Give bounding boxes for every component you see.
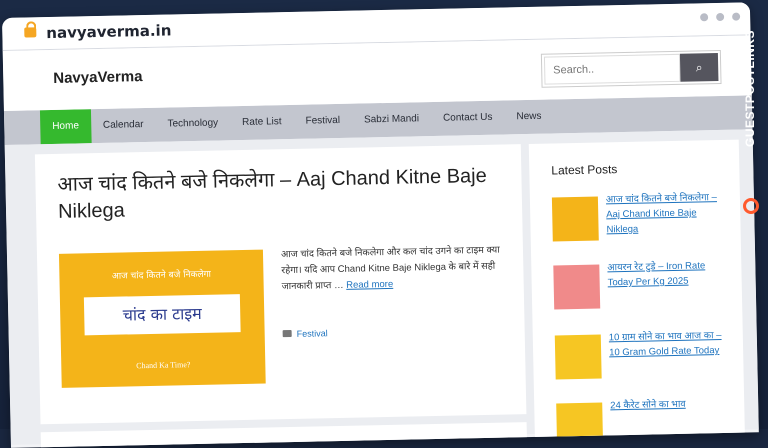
site-logo[interactable]: NavyaVerma [53, 68, 143, 87]
post-thumbnail[interactable] [551, 196, 599, 242]
search-input[interactable] [543, 53, 681, 85]
sidebar-post[interactable]: 24 कैरेट सोने का भाव [556, 396, 737, 448]
thumb-footer: Chand Ka Time? [136, 360, 191, 371]
post-link[interactable]: 10 ग्राम सोने का भाव आज का – 10 Gram Gol… [609, 328, 730, 361]
link-icon [743, 198, 759, 214]
sidebar: Latest Posts आज चांद कितने बजे निकलेगा –… [528, 139, 745, 448]
nav-sabzi-mandi[interactable]: Sabzi Mandi [352, 102, 432, 138]
post-thumbnail[interactable] [556, 402, 604, 448]
next-article-card [40, 422, 527, 448]
nav-calendar[interactable]: Calendar [91, 108, 156, 143]
article-excerpt: आज चांद कितने बजे निकलेगा और कल चांद उगन… [281, 243, 502, 296]
thumb-caption: आज चांद कितने बजे निकलेगा [111, 269, 212, 282]
search-button[interactable]: ⌕ [679, 53, 719, 82]
article-title[interactable]: आज चांद कितने बजे निकलेगा – Aaj Chand Ki… [57, 163, 498, 226]
sidebar-post[interactable]: आयरन रेट टुडे – Iron Rate Today Per Kg 2… [553, 258, 734, 312]
nav-contact-us[interactable]: Contact Us [431, 101, 505, 137]
url-text[interactable]: navyaverma.in [46, 21, 171, 42]
article-card: आज चांद कितने बजे निकलेगा – Aaj Chand Ki… [34, 144, 527, 425]
post-link[interactable]: आज चांद कितने बजे निकलेगा – Aaj Chand Ki… [606, 190, 727, 238]
nav-rate-list[interactable]: Rate List [230, 105, 294, 140]
window-controls [700, 12, 741, 22]
window-dot-icon[interactable] [716, 12, 725, 22]
browser-window: navyaverma.in NavyaVerma ⌕ Home Calendar… [2, 2, 759, 448]
post-thumbnail[interactable] [553, 264, 601, 310]
read-more-link[interactable]: Read more [346, 279, 393, 291]
post-link[interactable]: आयरन रेट टुडे – Iron Rate Today Per Kg 2… [607, 258, 728, 291]
nav-home[interactable]: Home [39, 109, 92, 145]
sidebar-title: Latest Posts [551, 162, 618, 178]
window-dot-icon[interactable] [732, 12, 741, 21]
post-thumbnail[interactable] [554, 334, 602, 380]
article-category: Festival [282, 328, 328, 339]
badge-text: GUESTPOSTLINKS [743, 30, 757, 148]
article-thumbnail[interactable]: आज चांद कितने बजे निकलेगा चांद का टाइम C… [58, 249, 266, 388]
search-form: ⌕ [540, 49, 722, 88]
guestpostlinks-badge: GUESTPOSTLINKS [740, 30, 764, 230]
folder-icon [282, 330, 292, 338]
window-dot-icon[interactable] [700, 13, 709, 22]
nav-technology[interactable]: Technology [155, 106, 230, 142]
nav-festival[interactable]: Festival [293, 104, 352, 139]
lock-icon [24, 27, 37, 38]
nav-news[interactable]: News [504, 99, 554, 134]
sidebar-post[interactable]: आज चांद कितने बजे निकलेगा – Aaj Chand Ki… [551, 190, 733, 244]
thumb-heading: चांद का टाइम [83, 294, 241, 336]
content-area: आज चांद कितने बजे निकलेगा – Aaj Chand Ki… [4, 129, 759, 448]
post-link[interactable]: 24 कैरेट सोने का भाव [610, 396, 730, 414]
sidebar-post[interactable]: 10 ग्राम सोने का भाव आज का – 10 Gram Gol… [554, 328, 736, 382]
category-link[interactable]: Festival [297, 328, 328, 339]
